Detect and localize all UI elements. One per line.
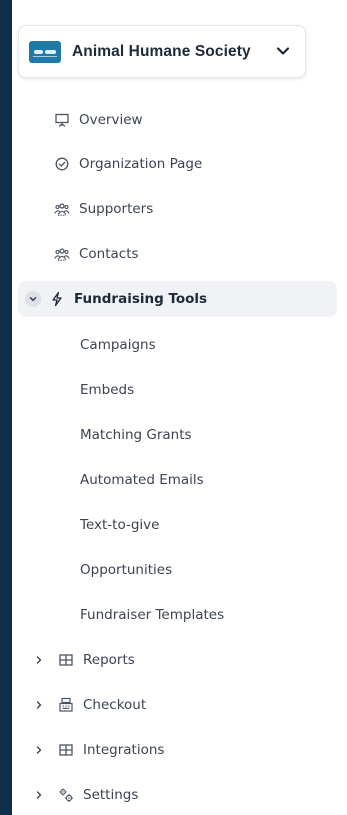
sidebar-item-supporters[interactable]: Supporters <box>12 191 337 227</box>
sidebar-item-label: Matching Grants <box>80 427 192 443</box>
sidebar-item-label: Reports <box>83 652 135 668</box>
sidebar-item-label: Contacts <box>79 246 139 262</box>
sidebar-subitem-opportunities[interactable]: Opportunities <box>12 552 337 588</box>
sidebar-item-overview[interactable]: Overview <box>12 102 337 138</box>
sidebar-item-label: Organization Page <box>79 156 203 172</box>
users-icon <box>54 201 70 217</box>
sidebar-item-checkout[interactable]: Checkout <box>12 687 337 723</box>
organization-logo <box>29 40 61 63</box>
sidebar-item-label: Text-to-give <box>80 517 160 533</box>
organization-name: Animal Humane Society <box>72 42 251 60</box>
sidebar-subitem-automated-emails[interactable]: Automated Emails <box>12 462 337 498</box>
sidebar-subitem-matching-grants[interactable]: Matching Grants <box>12 417 337 453</box>
sidebar-subitem-text-to-give[interactable]: Text-to-give <box>12 507 337 543</box>
sidebar-item-settings[interactable]: Settings <box>12 777 337 813</box>
chevron-down-icon <box>275 43 291 59</box>
sidebar-item-label: Campaigns <box>80 337 156 353</box>
sidebar-subitem-campaigns[interactable]: Campaigns <box>12 327 337 363</box>
chevron-right-icon[interactable] <box>33 744 45 756</box>
organization-switcher[interactable]: Animal Humane Society <box>18 25 306 78</box>
chevron-right-icon[interactable] <box>33 654 45 666</box>
sidebar-item-label: Embeds <box>80 382 135 398</box>
sidebar-subitem-embeds[interactable]: Embeds <box>12 372 337 408</box>
sidebar-item-fundraising-tools[interactable]: Fundraising Tools <box>18 281 337 317</box>
lightning-icon <box>49 291 65 307</box>
sidebar-item-label: Overview <box>79 112 143 128</box>
sidebar-item-organization-page[interactable]: Organization Page <box>12 146 337 182</box>
sidebar-item-contacts[interactable]: Contacts <box>12 236 337 272</box>
sidebar-item-label: Opportunities <box>80 562 173 578</box>
sidebar-item-label: Automated Emails <box>80 472 204 488</box>
sidebar-item-label: Checkout <box>83 697 147 713</box>
sidebar-subitem-fundraiser-templates[interactable]: Fundraiser Templates <box>12 597 337 633</box>
gears-icon <box>58 787 74 803</box>
sidebar-item-label: Integrations <box>83 742 165 758</box>
sidebar: Animal Humane Society Overview Organizat… <box>12 0 347 815</box>
table-icon <box>58 652 74 668</box>
sidebar-item-label: Fundraiser Templates <box>80 607 225 623</box>
sidebar-item-label: Supporters <box>79 201 154 217</box>
cash-register-icon <box>58 697 74 713</box>
sidebar-item-integrations[interactable]: Integrations <box>12 732 337 768</box>
chevron-right-icon[interactable] <box>33 789 45 801</box>
sidebar-item-reports[interactable]: Reports <box>12 642 337 678</box>
presentation-icon <box>54 112 70 128</box>
table-icon <box>58 742 74 758</box>
sidebar-item-label: Fundraising Tools <box>74 291 208 307</box>
sidebar-item-label: Settings <box>83 787 139 803</box>
chevron-right-icon[interactable] <box>33 699 45 711</box>
check-circle-icon <box>54 156 70 172</box>
users-icon <box>54 246 70 262</box>
chevron-down-icon[interactable] <box>25 291 41 307</box>
